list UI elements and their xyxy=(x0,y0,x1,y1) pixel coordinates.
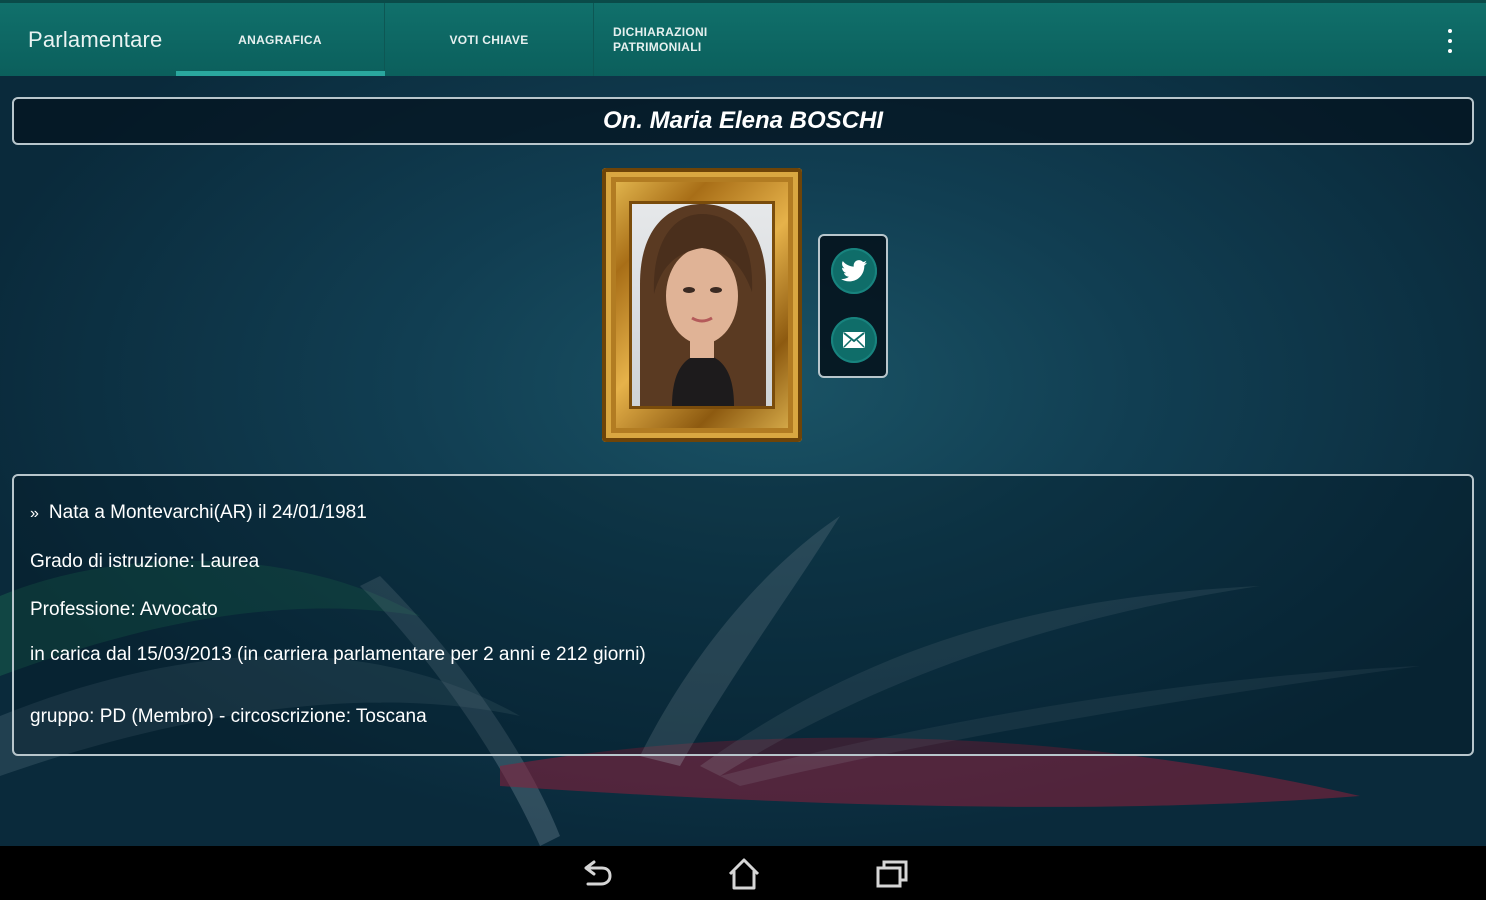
recents-icon xyxy=(876,860,908,888)
app-bar: Parlamentare ANAGRAFICA VOTI CHIAVE DICH… xyxy=(0,0,1486,76)
office-info: in carica dal 15/03/2013 (in carriera pa… xyxy=(30,644,646,665)
chevron-right-icon: » xyxy=(30,505,39,522)
recents-button[interactable] xyxy=(874,856,910,892)
tab-anagrafica[interactable]: ANAGRAFICA xyxy=(176,3,385,76)
home-icon xyxy=(728,858,760,890)
tab-anagrafica-label: ANAGRAFICA xyxy=(238,32,322,47)
twitter-button[interactable] xyxy=(831,248,877,294)
tab-dichiarazioni-patrimoniali[interactable]: DICHIARAZIONI PATRIMONIALI xyxy=(594,3,803,76)
tab-voti-chiave[interactable]: VOTI CHIAVE xyxy=(385,3,594,76)
back-button[interactable] xyxy=(578,856,614,892)
parliamentarian-name: On. Maria Elena BOSCHI xyxy=(12,97,1474,145)
tab-dichiarazioni-label-line2: PATRIMONIALI xyxy=(613,39,702,54)
portrait-photo xyxy=(632,204,772,406)
social-links xyxy=(818,234,888,378)
biography-panel: » Nata a Montevarchi(AR) il 24/01/1981 Gr… xyxy=(12,474,1474,756)
tab-voti-chiave-label: VOTI CHIAVE xyxy=(449,32,529,47)
system-nav-bar xyxy=(0,846,1486,900)
portrait-frame xyxy=(602,168,802,442)
app-title: Parlamentare xyxy=(28,27,163,52)
main-content: On. Maria Elena BOSCHI » Nata a Montevar… xyxy=(0,76,1486,846)
back-icon xyxy=(584,860,612,886)
tab-dichiarazioni-label-line1: DICHIARAZIONI xyxy=(613,24,708,39)
group-info: gruppo: PD (Membro) - circoscrizione: To… xyxy=(30,706,427,727)
home-button[interactable] xyxy=(726,856,762,892)
education-info: Grado di istruzione: Laurea xyxy=(30,551,260,572)
twitter-icon xyxy=(841,260,867,282)
tab-dichiarazioni-label: DICHIARAZIONI PATRIMONIALI xyxy=(613,25,743,55)
email-button[interactable] xyxy=(831,317,877,363)
more-vertical-icon[interactable] xyxy=(1440,29,1460,53)
profession-info: Professione: Avvocato xyxy=(30,599,218,620)
birth-text: Nata a Montevarchi(AR) il 24/01/1981 xyxy=(48,502,367,523)
email-icon xyxy=(843,332,865,348)
birth-info: » Nata a Montevarchi(AR) il 24/01/1981 xyxy=(30,502,367,524)
